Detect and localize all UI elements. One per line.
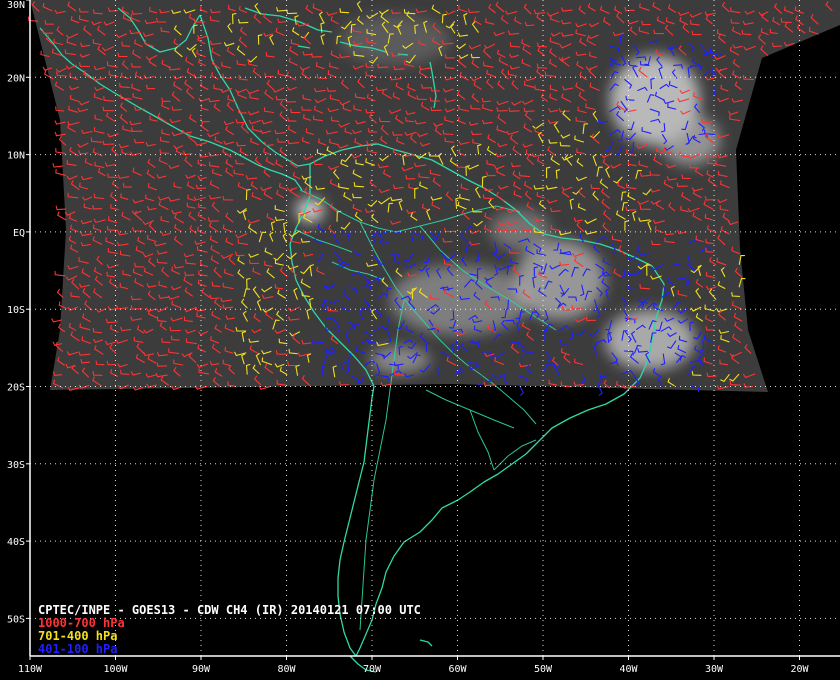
lon-label: 90W (192, 664, 211, 675)
lat-label: EQ (13, 228, 25, 239)
lat-label: 10S (7, 305, 25, 316)
lat-label: 30S (7, 460, 25, 471)
lat-label: 40S (7, 537, 25, 548)
lon-label: 60W (448, 664, 467, 675)
lon-label: 40W (619, 664, 638, 675)
lon-label: 80W (277, 664, 296, 675)
lat-label: 20S (7, 383, 25, 394)
legend-high-level: 401-100 hPa (38, 642, 118, 656)
satellite-map: 30N 20N 10N EQ 10S 20S 30S 40S 50S 110W 100W 90W 80… (0, 0, 840, 680)
lon-label: 20W (790, 664, 809, 675)
map-canvas: 30N 20N 10N EQ 10S 20S 30S 40S 50S 110W 100W 90W 80… (0, 0, 840, 680)
lon-label: 30W (705, 664, 724, 675)
lat-label: 20N (7, 73, 25, 84)
lat-label: 30N (7, 0, 25, 11)
lon-label: 50W (534, 664, 553, 675)
lon-label: 70W (363, 664, 382, 675)
lon-label: 110W (18, 664, 43, 675)
lat-label: 50S (7, 614, 25, 625)
lon-label: 100W (103, 664, 128, 675)
lat-label: 10N (7, 151, 25, 162)
